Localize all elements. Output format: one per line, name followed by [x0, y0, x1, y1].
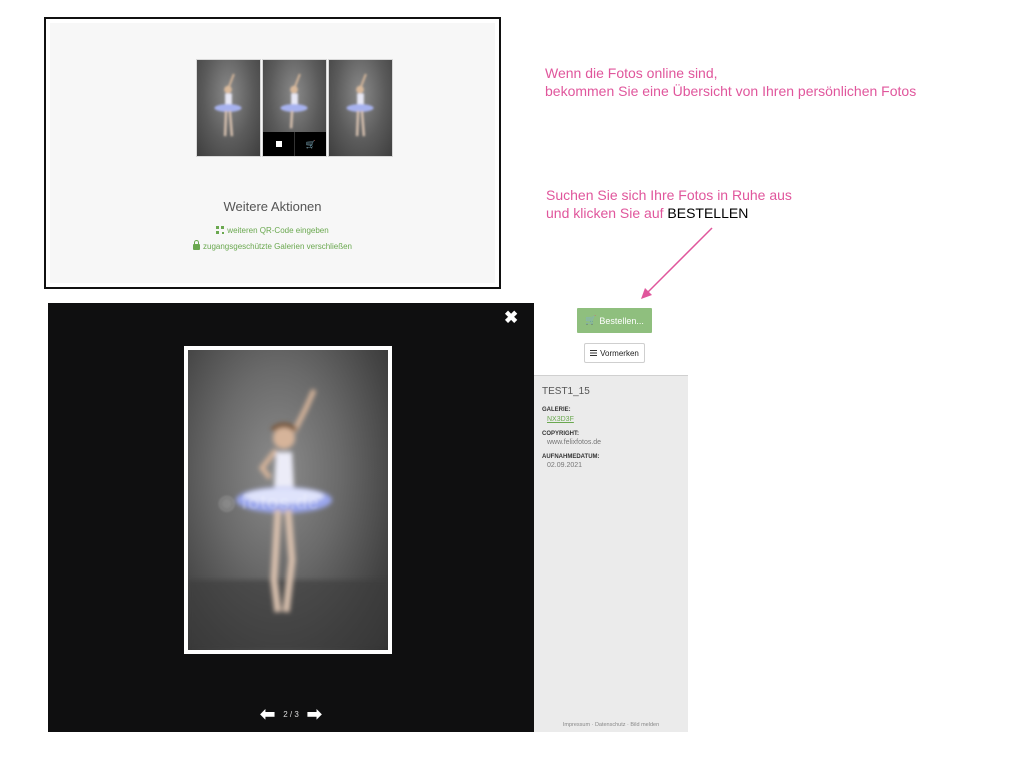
photo-thumbnail[interactable] [328, 59, 393, 157]
photo-info-panel: TEST1_15 GALERIE: NX3D3F COPYRIGHT: www.… [534, 375, 688, 732]
photo-thumbnail-selected[interactable]: 🛒 [262, 59, 327, 157]
photo-thumbnail[interactable] [196, 59, 261, 157]
gallery-value: NX3D3F [547, 416, 574, 423]
lock-galleries-link[interactable]: zugangsgeschützte Galerien verschließen [50, 240, 495, 251]
ballerina-image [214, 73, 242, 137]
copyright-value: www.felixfotos.de [547, 439, 602, 446]
close-icon[interactable]: ✖ [504, 309, 518, 326]
image-counter: 2 / 3 [283, 709, 299, 719]
list-icon [590, 350, 598, 356]
remember-button[interactable]: Vormerken [584, 343, 645, 363]
gallery-label: GALERIE: [542, 407, 571, 413]
arrow-left-icon[interactable]: ⬅ [260, 705, 275, 723]
annotation-overview: Wenn die Fotos online sind, bekommen Sie… [545, 64, 916, 100]
add-to-cart-button[interactable]: 🛒 [295, 132, 326, 156]
lightbox-navigation: ⬅ 2 / 3 ➡ [48, 705, 534, 723]
ballerina-image [346, 73, 374, 137]
annotation-overview-line2: bekommen Sie eine Übersicht von Ihren pe… [545, 83, 917, 99]
enter-qr-code-link[interactable]: weiteren QR-Code eingeben [50, 226, 495, 235]
watermark-logo: ◉ fotos.de [218, 492, 319, 514]
annotation-order: Suchen Sie sich Ihre Fotos in Ruhe aus u… [546, 186, 792, 222]
cart-icon: 🛒 [305, 139, 316, 149]
order-button-label: Bestellen... [599, 315, 644, 326]
date-label: AUFNAHMEDATUM: [542, 454, 600, 460]
enlarged-photo: ◉ fotos.de [184, 346, 392, 654]
thumbnail-row: 🛒 [196, 59, 394, 157]
select-button[interactable] [263, 132, 295, 156]
gallery-overview-screenshot: 🛒 Weitere Aktionen weiteren QR-Code eing… [44, 17, 501, 289]
gallery-link[interactable]: NX3D3F [547, 416, 574, 423]
more-actions-title: Weitere Aktionen [223, 199, 322, 214]
lock-icon [193, 240, 200, 250]
qr-code-icon [216, 226, 225, 234]
footer-report-link[interactable]: Bild melden [630, 722, 659, 728]
footer-privacy-link[interactable]: Datenschutz [595, 722, 626, 728]
enter-qr-code-label: weiteren QR-Code eingeben [227, 226, 329, 235]
lock-galleries-label: zugangsgeschützte Galerien verschließen [203, 242, 352, 251]
photo-lightbox: ✖ ◉ fotos.de ⬅ 2 / 3 ➡ [48, 303, 534, 732]
pointer-arrow-icon [641, 227, 713, 299]
annotation-order-line1: Suchen Sie sich Ihre Fotos in Ruhe aus [546, 187, 792, 203]
annotation-overview-line1: Wenn die Fotos online sind, [545, 65, 718, 81]
date-value: 02.09.2021 [547, 462, 583, 469]
gallery-overview: 🛒 Weitere Aktionen weiteren QR-Code eing… [50, 23, 495, 283]
order-button[interactable]: 🛒 Bestellen... [577, 308, 652, 333]
thumbnail-action-bar: 🛒 [263, 132, 326, 156]
copyright-label: COPYRIGHT: [542, 431, 580, 437]
remember-button-label: Vormerken [600, 348, 639, 358]
checkbox-icon [275, 141, 282, 147]
annotation-order-line2: und klicken Sie auf BESTELLEN [546, 204, 792, 222]
annotation-order-prefix: und klicken Sie auf [546, 205, 668, 221]
image-name: TEST1_15 [542, 386, 590, 397]
footer-impressum-link[interactable]: Impressum [563, 722, 590, 728]
footer-links: Impressum · Datenschutz · Bild melden [562, 722, 660, 728]
arrow-right-icon[interactable]: ➡ [307, 705, 322, 723]
cart-icon: 🛒 [585, 315, 597, 325]
annotation-order-highlight: BESTELLEN [667, 205, 749, 221]
